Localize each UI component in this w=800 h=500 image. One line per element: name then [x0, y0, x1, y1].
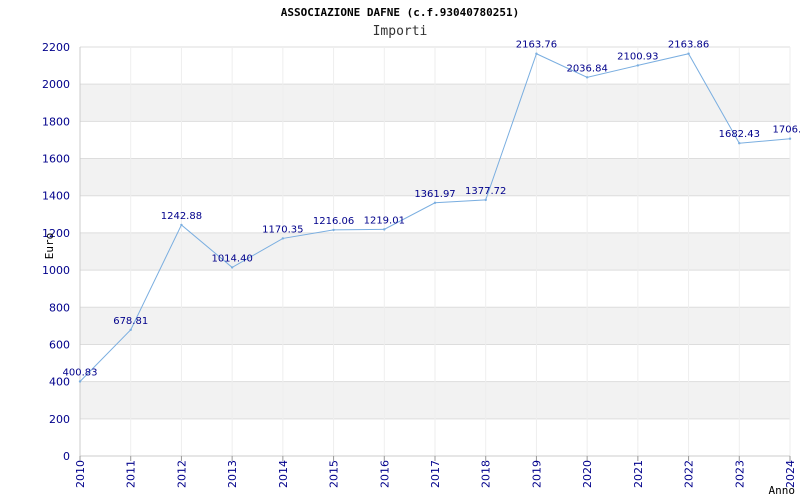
x-tick-label: 2015 — [328, 460, 341, 488]
data-label: 678.81 — [113, 316, 148, 327]
y-tick-label: 1400 — [42, 190, 70, 203]
data-label: 1682.43 — [719, 129, 760, 140]
y-tick-label: 2000 — [42, 78, 70, 91]
x-tick-label: 2018 — [480, 460, 493, 488]
data-point — [585, 76, 589, 79]
x-tick-label: 2014 — [277, 460, 290, 488]
data-point — [738, 142, 741, 145]
data-label: 2100.93 — [617, 51, 658, 62]
data-point — [180, 223, 183, 227]
x-tick-label: 2019 — [530, 460, 543, 488]
x-tick-label: 2010 — [74, 460, 87, 488]
data-point — [788, 137, 792, 140]
data-point — [433, 201, 437, 204]
data-point — [687, 52, 690, 55]
x-tick-label: 2011 — [125, 460, 138, 488]
data-label: 1216.06 — [313, 216, 354, 227]
data-label: 2163.76 — [516, 40, 557, 51]
data-point — [636, 64, 640, 67]
data-point — [484, 198, 487, 202]
data-label: 1170.35 — [262, 224, 303, 235]
data-point — [535, 52, 538, 55]
data-label: 1706.6 — [773, 125, 800, 136]
x-tick-label: 2016 — [378, 460, 391, 488]
y-tick-label: 800 — [49, 301, 70, 314]
x-tick-label: 2017 — [429, 460, 442, 488]
data-label: 2163.86 — [668, 40, 709, 51]
data-label: 1014.40 — [211, 253, 252, 264]
x-tick-label: 2013 — [226, 460, 239, 488]
data-point — [383, 228, 386, 231]
data-point — [78, 380, 82, 383]
y-tick-label: 600 — [49, 338, 70, 351]
x-tick-label: 2012 — [175, 460, 188, 488]
x-tick-label: 2020 — [581, 460, 594, 488]
data-point — [281, 237, 285, 240]
x-tick-label: 2022 — [683, 460, 696, 488]
data-label: 1242.88 — [161, 211, 202, 222]
x-tick-label: 2021 — [632, 460, 645, 488]
y-tick-label: 1600 — [42, 153, 70, 166]
y-tick-label: 1000 — [42, 264, 70, 277]
x-tick-label: 2023 — [733, 460, 746, 488]
y-tick-label: 2200 — [42, 41, 70, 54]
y-tick-label: 1800 — [42, 115, 70, 128]
x-axis-label: Anno — [769, 484, 796, 497]
data-point — [332, 228, 335, 232]
data-label: 400.83 — [63, 367, 98, 378]
y-axis-label: Euro — [43, 233, 56, 260]
y-tick-label: 0 — [63, 450, 70, 463]
y-tick-label: 200 — [49, 413, 70, 426]
line-chart: 0200400600800100012001400160018002000220… — [42, 40, 800, 497]
data-label: 2036.84 — [566, 63, 607, 74]
data-label: 1361.97 — [414, 189, 455, 200]
data-label: 1377.72 — [465, 186, 506, 197]
data-point — [129, 328, 132, 332]
data-point — [230, 266, 234, 269]
data-label: 1219.01 — [364, 215, 405, 226]
